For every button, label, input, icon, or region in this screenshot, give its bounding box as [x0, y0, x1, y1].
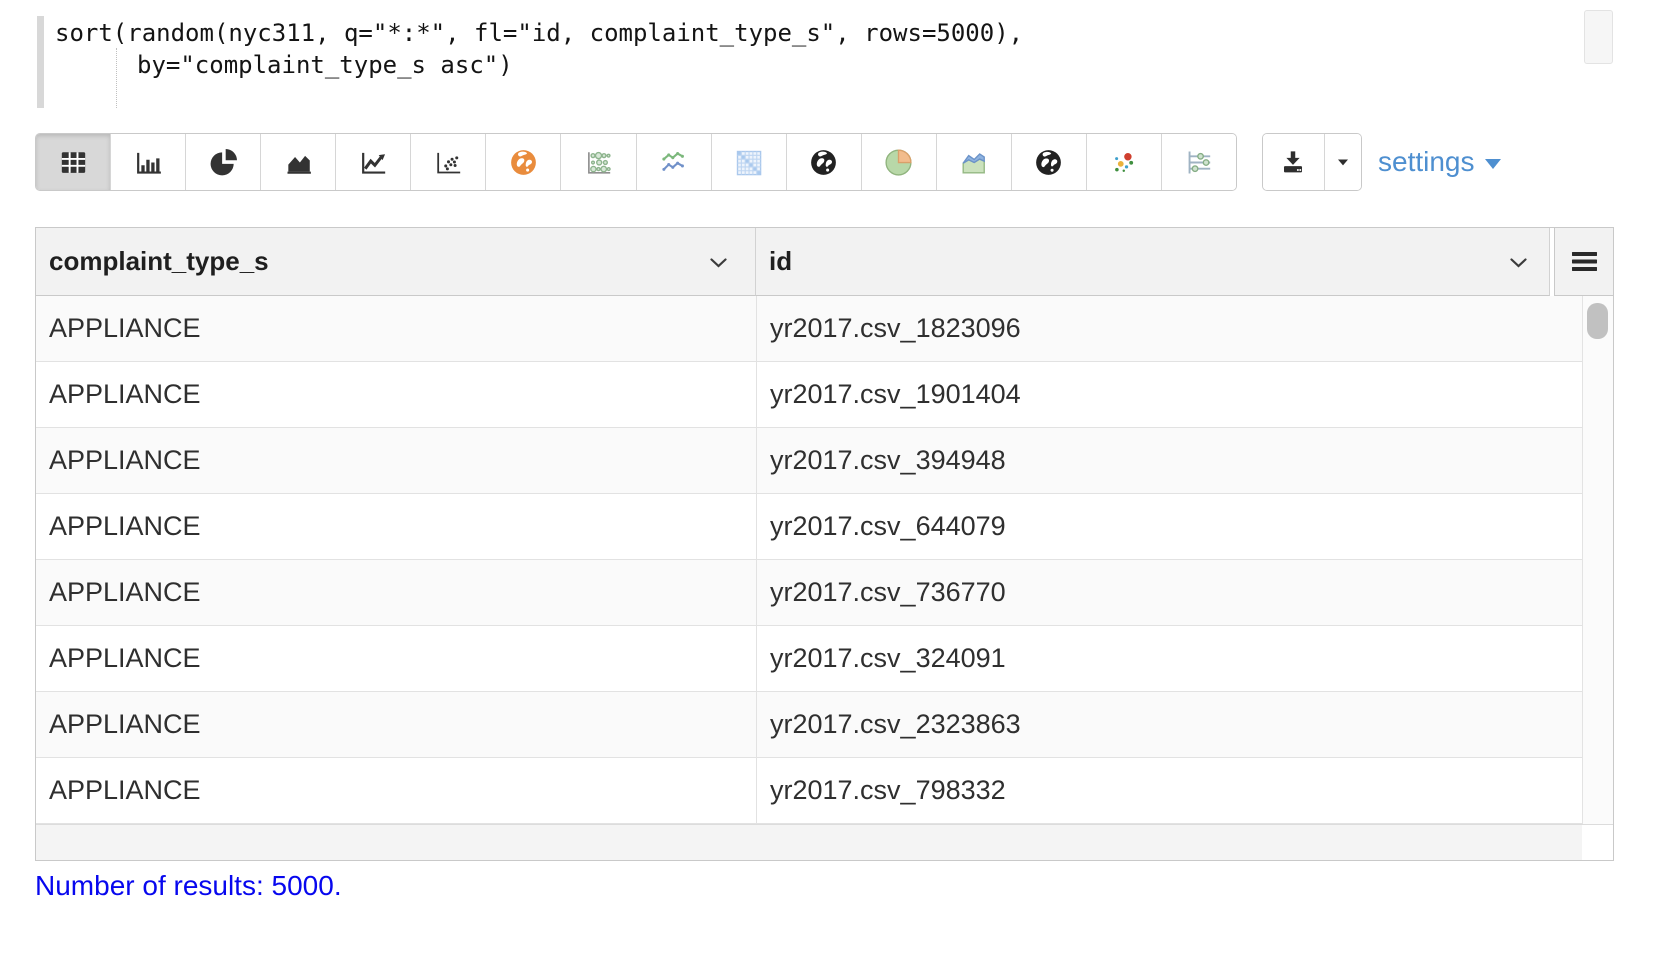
- bar-chart-icon: [132, 146, 165, 179]
- viz-button-pie-colored[interactable]: [861, 134, 936, 190]
- cell-id: yr2017.csv_394948: [756, 428, 1613, 493]
- multi-line-icon: [657, 146, 690, 179]
- table-row[interactable]: APPLIANCE yr2017.csv_644079: [36, 494, 1613, 560]
- cell-id: yr2017.csv_798332: [756, 758, 1613, 823]
- scatter-colored-icon: [1107, 146, 1140, 179]
- pie-colored-icon: [882, 146, 915, 179]
- viz-button-group: [35, 133, 1237, 191]
- table-menu-button[interactable]: [1554, 228, 1613, 296]
- pie-chart-icon: [207, 146, 240, 179]
- globe-orange-icon: [507, 146, 540, 179]
- editor-gutter: [37, 16, 44, 108]
- viz-button-bar-chart[interactable]: [110, 134, 185, 190]
- caret-down-icon: [1485, 155, 1501, 170]
- column-header-label: complaint_type_s: [49, 246, 269, 276]
- table-icon: [57, 146, 90, 179]
- code-editor[interactable]: sort(random(nyc311, q="*:*", fl="id, com…: [35, 10, 1575, 114]
- viz-button-line-chart[interactable]: [335, 134, 410, 190]
- area-colored-icon: [957, 146, 990, 179]
- cell-complaint: APPLIANCE: [36, 362, 756, 427]
- table-row[interactable]: APPLIANCE yr2017.csv_1823096: [36, 296, 1613, 362]
- code-line-1[interactable]: sort(random(nyc311, q="*:*", fl="id, com…: [55, 18, 1023, 48]
- bubble-matrix-icon: [582, 146, 615, 179]
- results-table: complaint_type_s id: [35, 227, 1614, 861]
- cell-complaint: APPLIANCE: [36, 560, 756, 625]
- table-row[interactable]: APPLIANCE yr2017.csv_1901404: [36, 362, 1613, 428]
- column-header-id[interactable]: id: [756, 228, 1550, 296]
- visualization-toolbar: settings: [0, 133, 1680, 191]
- viz-button-pie-chart[interactable]: [185, 134, 260, 190]
- table-row[interactable]: APPLIANCE yr2017.csv_798332: [36, 758, 1613, 824]
- viz-button-multi-line[interactable]: [636, 134, 711, 190]
- viz-button-scatter-colored[interactable]: [1086, 134, 1161, 190]
- scrollbar-corner: [1582, 825, 1613, 860]
- table-row[interactable]: APPLIANCE yr2017.csv_394948: [36, 428, 1613, 494]
- code-line-2[interactable]: by="complaint_type_s asc"): [137, 50, 513, 80]
- globe-dark-icon: [1032, 146, 1065, 179]
- vertical-scrollbar[interactable]: [1582, 296, 1613, 824]
- editor-scrollbar[interactable]: [1584, 10, 1613, 64]
- horizontal-scrollbar-track[interactable]: [36, 824, 1613, 860]
- cell-id: yr2017.csv_644079: [756, 494, 1613, 559]
- viz-button-heatmap[interactable]: [711, 134, 786, 190]
- viz-button-table[interactable]: [36, 134, 110, 190]
- hamburger-menu-icon: [1571, 251, 1598, 272]
- download-options-button[interactable]: [1324, 134, 1361, 190]
- chevron-down-icon[interactable]: [710, 258, 727, 268]
- globe-dark-icon: [807, 146, 840, 179]
- table-row[interactable]: APPLIANCE yr2017.csv_2323863: [36, 692, 1613, 758]
- viz-button-scatter-plot[interactable]: [410, 134, 485, 190]
- table-header: complaint_type_s id: [36, 228, 1613, 296]
- cell-complaint: APPLIANCE: [36, 296, 756, 361]
- table-row[interactable]: APPLIANCE yr2017.csv_324091: [36, 626, 1613, 692]
- download-icon: [1278, 147, 1308, 177]
- line-chart-icon: [357, 146, 390, 179]
- scatter-plot-icon: [432, 146, 465, 179]
- results-count-text: Number of results: 5000.: [35, 870, 342, 902]
- cell-complaint: APPLIANCE: [36, 758, 756, 823]
- settings-dropdown[interactable]: settings: [1378, 133, 1501, 191]
- viz-button-area-colored[interactable]: [936, 134, 1011, 190]
- cell-id: yr2017.csv_1823096: [756, 296, 1613, 361]
- cell-id: yr2017.csv_1901404: [756, 362, 1613, 427]
- indent-guide: [116, 48, 117, 108]
- cell-complaint: APPLIANCE: [36, 692, 756, 757]
- cell-complaint: APPLIANCE: [36, 626, 756, 691]
- sliders-icon: [1182, 146, 1215, 179]
- chevron-down-icon[interactable]: [1510, 258, 1527, 268]
- heatmap-icon: [732, 146, 765, 179]
- download-button[interactable]: [1263, 134, 1324, 190]
- table-body: APPLIANCE yr2017.csv_1823096 APPLIANCE y…: [36, 296, 1613, 824]
- viz-button-area-chart[interactable]: [260, 134, 335, 190]
- cell-id: yr2017.csv_324091: [756, 626, 1613, 691]
- viz-button-globe-1[interactable]: [786, 134, 861, 190]
- cell-id: yr2017.csv_736770: [756, 560, 1613, 625]
- vertical-scrollbar-thumb[interactable]: [1587, 303, 1608, 339]
- settings-label: settings: [1378, 146, 1475, 178]
- viz-button-globe-orange[interactable]: [485, 134, 560, 190]
- viz-button-globe-2[interactable]: [1011, 134, 1086, 190]
- column-header-label: id: [769, 246, 792, 276]
- cell-id: yr2017.csv_2323863: [756, 692, 1613, 757]
- caret-down-icon: [1333, 152, 1353, 172]
- download-button-group: [1262, 133, 1362, 191]
- area-chart-icon: [282, 146, 315, 179]
- table-row[interactable]: APPLIANCE yr2017.csv_736770: [36, 560, 1613, 626]
- column-header-complaint-type[interactable]: complaint_type_s: [36, 228, 756, 296]
- cell-complaint: APPLIANCE: [36, 428, 756, 493]
- cell-complaint: APPLIANCE: [36, 494, 756, 559]
- viz-button-sliders[interactable]: [1161, 134, 1236, 190]
- viz-button-bubble-matrix[interactable]: [560, 134, 635, 190]
